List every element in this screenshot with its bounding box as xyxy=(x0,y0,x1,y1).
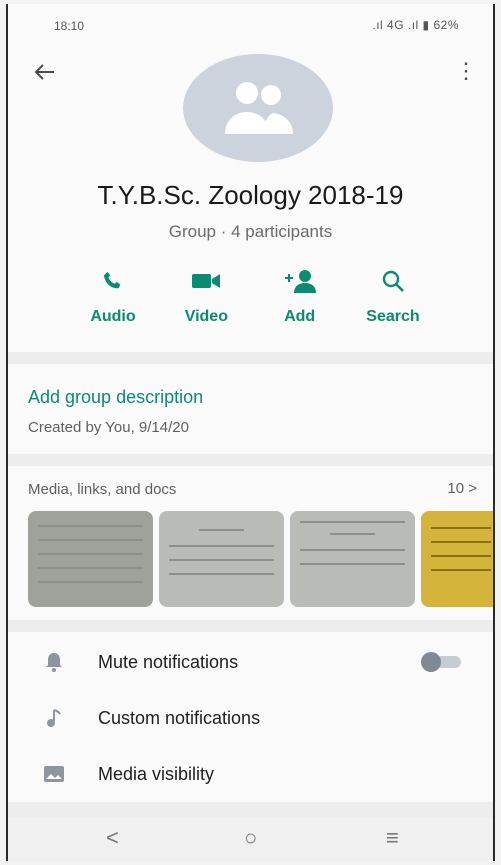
arrow-left-icon[interactable] xyxy=(34,60,56,88)
screen: 18:10 .ıl 4G .ıl ▮ 62% ⋮ T.Y.B.Sc. Zoolo… xyxy=(6,4,495,861)
audio-call-button[interactable]: Audio xyxy=(68,266,158,326)
action-bar: Audio Video Add Search xyxy=(68,266,438,326)
group-avatar[interactable] xyxy=(183,54,333,162)
image-icon xyxy=(44,766,64,782)
phone-icon xyxy=(103,271,121,289)
status-bar: 18:10 .ıl 4G .ıl ▮ 62% xyxy=(8,4,493,40)
media-section-title[interactable]: Media, links, and docs xyxy=(28,481,176,498)
music-note-icon xyxy=(47,709,61,727)
group-subtitle: Group · 4 participants xyxy=(168,222,333,241)
media-visibility-row[interactable]: Media visibility xyxy=(8,754,493,798)
video-icon xyxy=(192,274,221,288)
search-label: Search xyxy=(366,308,420,325)
video-label: Video xyxy=(184,308,228,325)
media-visibility-label: Media visibility xyxy=(98,764,215,784)
section-divider xyxy=(8,802,493,817)
add-label: Add xyxy=(284,308,316,325)
nav-recents-button[interactable]: ≡ xyxy=(386,825,399,851)
status-indicators: .ıl 4G .ıl ▮ 62% xyxy=(372,18,459,32)
group-name: T.Y.B.Sc. Zoology 2018-19 xyxy=(97,180,404,210)
section-divider xyxy=(8,620,493,632)
media-thumbnail[interactable] xyxy=(28,511,153,607)
section-divider xyxy=(8,454,493,466)
mute-notifications-row[interactable]: Mute notifications xyxy=(8,642,493,686)
status-time: 18:10 xyxy=(54,19,85,33)
system-nav-bar: < ○ ≡ xyxy=(8,817,493,861)
more-vert-icon[interactable]: ⋮ xyxy=(455,60,477,82)
add-group-description[interactable]: Add group description xyxy=(28,387,203,408)
audio-label: Audio xyxy=(90,308,136,325)
media-thumbnail[interactable] xyxy=(421,511,493,607)
section-divider xyxy=(8,352,493,364)
media-count[interactable]: 10 > xyxy=(447,480,477,497)
bell-icon xyxy=(46,653,62,672)
group-icon xyxy=(225,82,293,134)
media-thumbnail[interactable] xyxy=(290,511,415,607)
add-person-icon xyxy=(284,270,316,293)
created-by: Created by You, 9/14/20 xyxy=(28,419,189,436)
add-participant-button[interactable]: Add xyxy=(255,266,345,326)
custom-notifications-label: Custom notifications xyxy=(98,708,261,728)
media-thumbnails xyxy=(28,511,493,607)
custom-notifications-row[interactable]: Custom notifications xyxy=(8,698,493,742)
search-icon xyxy=(382,270,404,292)
mute-notifications-label: Mute notifications xyxy=(98,652,239,672)
mute-toggle[interactable] xyxy=(421,652,463,672)
nav-home-button[interactable]: ○ xyxy=(244,825,257,851)
search-button[interactable]: Search xyxy=(348,266,438,326)
nav-back-button[interactable]: < xyxy=(106,825,119,851)
media-thumbnail[interactable] xyxy=(159,511,284,607)
video-call-button[interactable]: Video xyxy=(161,266,251,326)
